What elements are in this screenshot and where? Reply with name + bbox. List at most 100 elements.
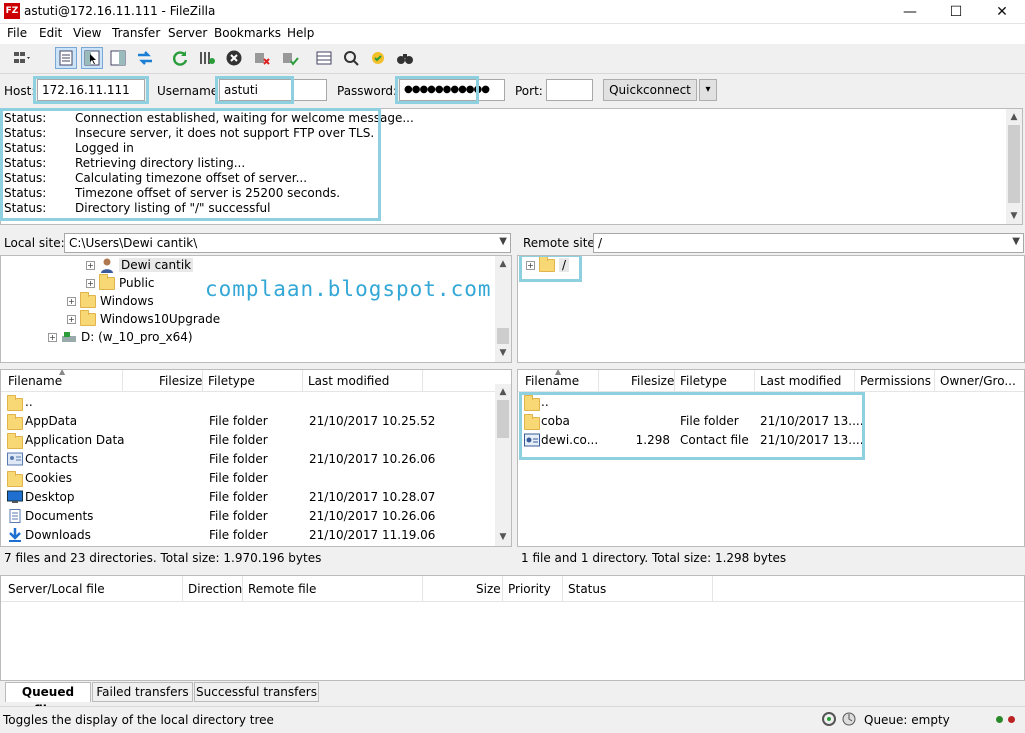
column-separator[interactable] <box>302 370 303 392</box>
column-remote-file[interactable]: Remote file <box>248 582 316 596</box>
quickconnect-dropdown-button[interactable]: ▾ <box>699 79 717 101</box>
remote-path-input[interactable]: / ▼ <box>593 233 1024 253</box>
column-filename[interactable]: Filename <box>525 374 579 388</box>
column-separator[interactable] <box>242 576 243 602</box>
expand-icon[interactable]: + <box>86 260 95 270</box>
toggle-comparison-button[interactable] <box>340 47 362 69</box>
folder-icon <box>80 309 96 326</box>
speed-limit-icon[interactable] <box>821 711 837 727</box>
refresh-button[interactable] <box>169 47 191 69</box>
quickconnect-button[interactable]: Quickconnect <box>603 79 697 101</box>
file-row[interactable]: .. <box>1 393 491 412</box>
tab-failed-transfers[interactable]: Failed transfers <box>92 682 193 702</box>
local-path-input[interactable]: C:\Users\Dewi cantik\ ▼ <box>64 233 511 253</box>
file-row[interactable]: AppData File folder 21/10/2017 10.25.52 <box>1 412 491 431</box>
process-queue-button[interactable] <box>196 47 218 69</box>
column-priority[interactable]: Priority <box>508 582 551 596</box>
network-config-icon[interactable] <box>841 711 857 727</box>
log-scrollbar[interactable]: ▲ ▼ <box>1006 109 1022 224</box>
column-status[interactable]: Status <box>568 582 606 596</box>
maximize-button[interactable]: ☐ <box>933 0 979 24</box>
column-separator[interactable] <box>562 576 563 602</box>
site-manager-button[interactable] <box>4 47 40 69</box>
column-separator[interactable] <box>674 370 675 392</box>
column-separator[interactable] <box>182 576 183 602</box>
disconnect-button[interactable] <box>251 47 273 69</box>
column-filesize[interactable]: Filesize <box>159 374 202 388</box>
column-owner-group[interactable]: Owner/Gro... <box>940 374 1016 388</box>
tab-successful-transfers[interactable]: Successful transfers <box>194 682 319 702</box>
scroll-up-icon[interactable]: ▲ <box>495 257 511 271</box>
column-separator[interactable] <box>422 576 423 602</box>
file-row[interactable]: Documents File folder 21/10/2017 10.26.06 <box>1 507 491 526</box>
scroll-down-icon[interactable]: ▼ <box>495 530 511 544</box>
menu-bookmarks[interactable]: Bookmarks <box>214 26 281 40</box>
column-last-modified[interactable]: Last modified <box>308 374 389 388</box>
local-tree-scrollbar[interactable]: ▲ ▼ <box>495 256 511 362</box>
search-remote-files-button[interactable] <box>394 47 416 69</box>
scroll-up-icon[interactable]: ▲ <box>495 385 511 399</box>
column-separator[interactable] <box>502 576 503 602</box>
file-row[interactable]: Contacts File folder 21/10/2017 10.26.06 <box>1 450 491 469</box>
column-separator[interactable] <box>422 370 423 392</box>
scroll-thumb[interactable] <box>497 400 509 438</box>
column-filetype[interactable]: Filetype <box>208 374 255 388</box>
menu-transfer[interactable]: Transfer <box>112 26 160 40</box>
file-row[interactable]: Application Data File folder <box>1 431 491 450</box>
column-separator[interactable] <box>854 370 855 392</box>
toggle-transfer-queue-button[interactable] <box>134 47 156 69</box>
chevron-down-icon[interactable]: ▼ <box>1012 236 1020 247</box>
tab-queued-files[interactable]: Queued files <box>5 682 91 717</box>
sort-up-icon: ▲ <box>59 369 66 376</box>
menu-server[interactable]: Server <box>168 26 207 40</box>
minimize-button[interactable]: — <box>887 0 933 24</box>
tree-item-windows[interactable]: + Windows <box>67 291 154 310</box>
tree-item-dewi-cantik[interactable]: + Dewi cantik <box>86 256 194 274</box>
scroll-up-icon[interactable]: ▲ <box>1006 110 1022 124</box>
expand-icon[interactable]: + <box>86 278 95 288</box>
scroll-thumb[interactable] <box>497 328 509 344</box>
column-server-local-file[interactable]: Server/Local file <box>8 582 105 596</box>
menu-view[interactable]: View <box>73 26 101 40</box>
column-separator[interactable] <box>934 370 935 392</box>
column-separator[interactable] <box>754 370 755 392</box>
column-filename[interactable]: Filename <box>8 374 62 388</box>
tree-item-drive-d[interactable]: + D: (w_10_pro_x64) <box>48 328 193 346</box>
column-filesize[interactable]: Filesize <box>631 374 674 388</box>
reconnect-button[interactable] <box>279 47 301 69</box>
menu-file[interactable]: File <box>7 26 27 40</box>
column-last-modified[interactable]: Last modified <box>760 374 841 388</box>
synchronized-browsing-button[interactable] <box>367 47 389 69</box>
tree-item-windows10upgrade[interactable]: + Windows10Upgrade <box>67 309 220 328</box>
toggle-remote-tree-button[interactable] <box>107 47 129 69</box>
column-separator[interactable] <box>598 370 599 392</box>
close-button[interactable]: ✕ <box>979 0 1025 24</box>
directory-listing-filters-button[interactable] <box>313 47 335 69</box>
scroll-down-icon[interactable]: ▼ <box>1006 209 1022 223</box>
cancel-operation-button[interactable] <box>223 47 245 69</box>
column-size[interactable]: Size <box>476 582 501 596</box>
column-separator[interactable] <box>712 576 713 602</box>
chevron-down-icon[interactable]: ▼ <box>499 236 507 247</box>
column-filetype[interactable]: Filetype <box>680 374 727 388</box>
toggle-local-tree-button[interactable] <box>81 47 103 69</box>
sync-icon <box>372 52 384 64</box>
log-scroll-thumb[interactable] <box>1008 125 1020 203</box>
file-row[interactable]: Desktop File folder 21/10/2017 10.28.07 <box>1 488 491 507</box>
expand-icon[interactable]: + <box>67 314 76 324</box>
column-direction[interactable]: Direction <box>188 582 242 596</box>
toggle-message-log-button[interactable] <box>55 47 77 69</box>
expand-icon[interactable]: + <box>67 296 76 306</box>
tree-item-public[interactable]: + Public <box>86 273 155 292</box>
scroll-down-icon[interactable]: ▼ <box>495 346 511 360</box>
menu-edit[interactable]: Edit <box>39 26 62 40</box>
local-file-scrollbar[interactable]: ▲ ▼ <box>495 384 511 546</box>
column-separator[interactable] <box>122 370 123 392</box>
file-row[interactable]: Downloads File folder 21/10/2017 11.19.06 <box>1 526 491 545</box>
column-separator[interactable] <box>202 370 203 392</box>
file-row[interactable]: Cookies File folder <box>1 469 491 488</box>
expand-icon[interactable]: + <box>48 332 57 342</box>
menu-help[interactable]: Help <box>287 26 314 40</box>
column-permissions[interactable]: Permissions <box>860 374 931 388</box>
port-input[interactable] <box>546 79 593 101</box>
